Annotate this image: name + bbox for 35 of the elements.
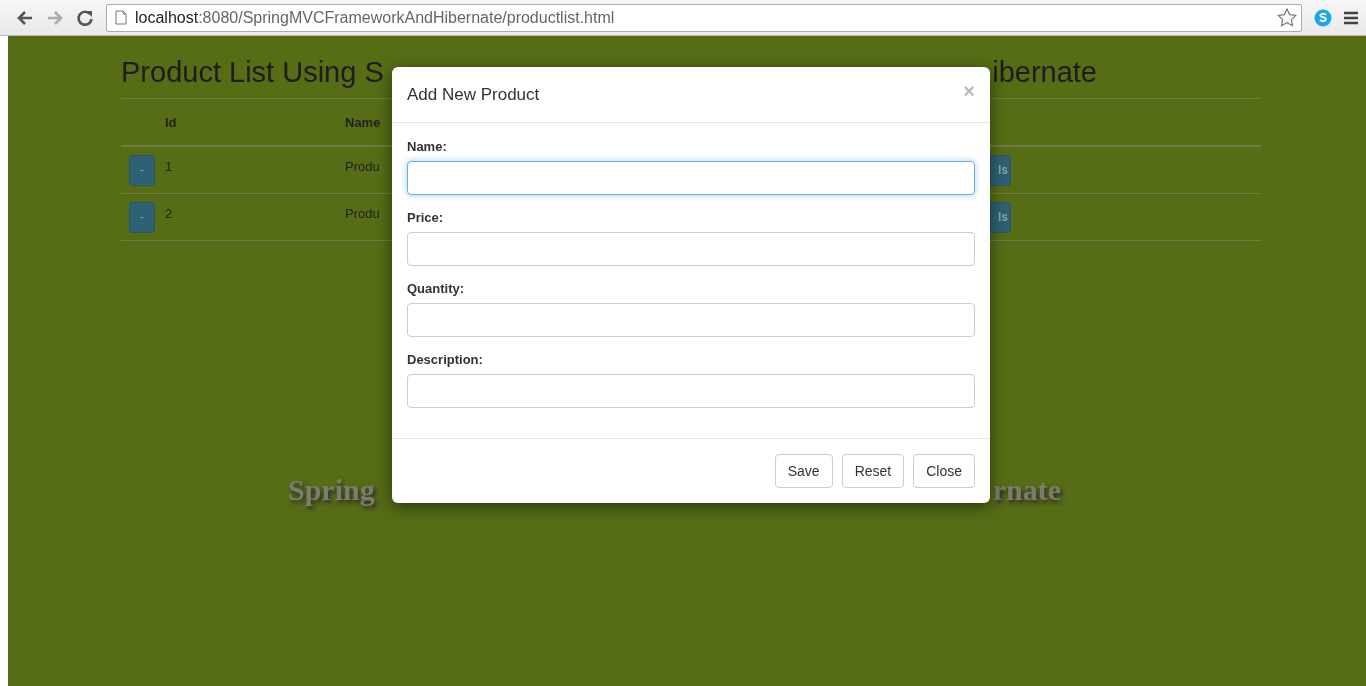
table-cell: Produ bbox=[345, 205, 380, 221]
field-label: Price: bbox=[407, 210, 445, 225]
page-title: ibernate bbox=[992, 54, 1097, 89]
remove-button[interactable]: - bbox=[129, 154, 155, 186]
address-bar[interactable]: localhost:8080/SpringMVCFrameworkAndHibernate/productlist.html bbox=[106, 3, 1302, 32]
close-button[interactable]: × bbox=[963, 80, 975, 103]
reload-icon[interactable] bbox=[76, 8, 94, 27]
column-header: Id bbox=[165, 114, 178, 130]
input-field[interactable] bbox=[407, 303, 975, 337]
input-field[interactable] bbox=[407, 374, 975, 408]
menu-icon[interactable] bbox=[1344, 9, 1358, 26]
footer-button[interactable]: Save bbox=[774, 454, 833, 488]
forward-icon[interactable] bbox=[46, 9, 64, 26]
remove-button[interactable]: - bbox=[129, 201, 155, 233]
field-label: Name: bbox=[407, 139, 448, 154]
footer-button[interactable]: Close bbox=[913, 454, 975, 488]
banner-text: Spring bbox=[288, 473, 375, 507]
skype-icon[interactable] bbox=[1314, 8, 1332, 27]
details-button[interactable]: ls bbox=[990, 201, 1011, 233]
table-cell: 2 bbox=[165, 205, 173, 221]
page-title: Product List Using S bbox=[121, 54, 384, 89]
banner-text: rnate bbox=[992, 473, 1061, 507]
table-cell: Produ bbox=[345, 158, 380, 174]
star-icon[interactable] bbox=[1277, 8, 1297, 27]
back-icon[interactable] bbox=[16, 9, 34, 26]
field-label: Quantity: bbox=[407, 281, 466, 296]
page-icon bbox=[115, 10, 127, 25]
column-header: Name bbox=[345, 114, 382, 130]
modal-title: Add New Product bbox=[407, 84, 540, 105]
footer-button[interactable]: Reset bbox=[841, 454, 905, 488]
input-field[interactable] bbox=[407, 161, 975, 195]
field-label: Description: bbox=[407, 352, 484, 367]
table-cell: 1 bbox=[165, 158, 173, 174]
input-field[interactable] bbox=[407, 232, 975, 266]
details-button[interactable]: ls bbox=[990, 154, 1011, 186]
